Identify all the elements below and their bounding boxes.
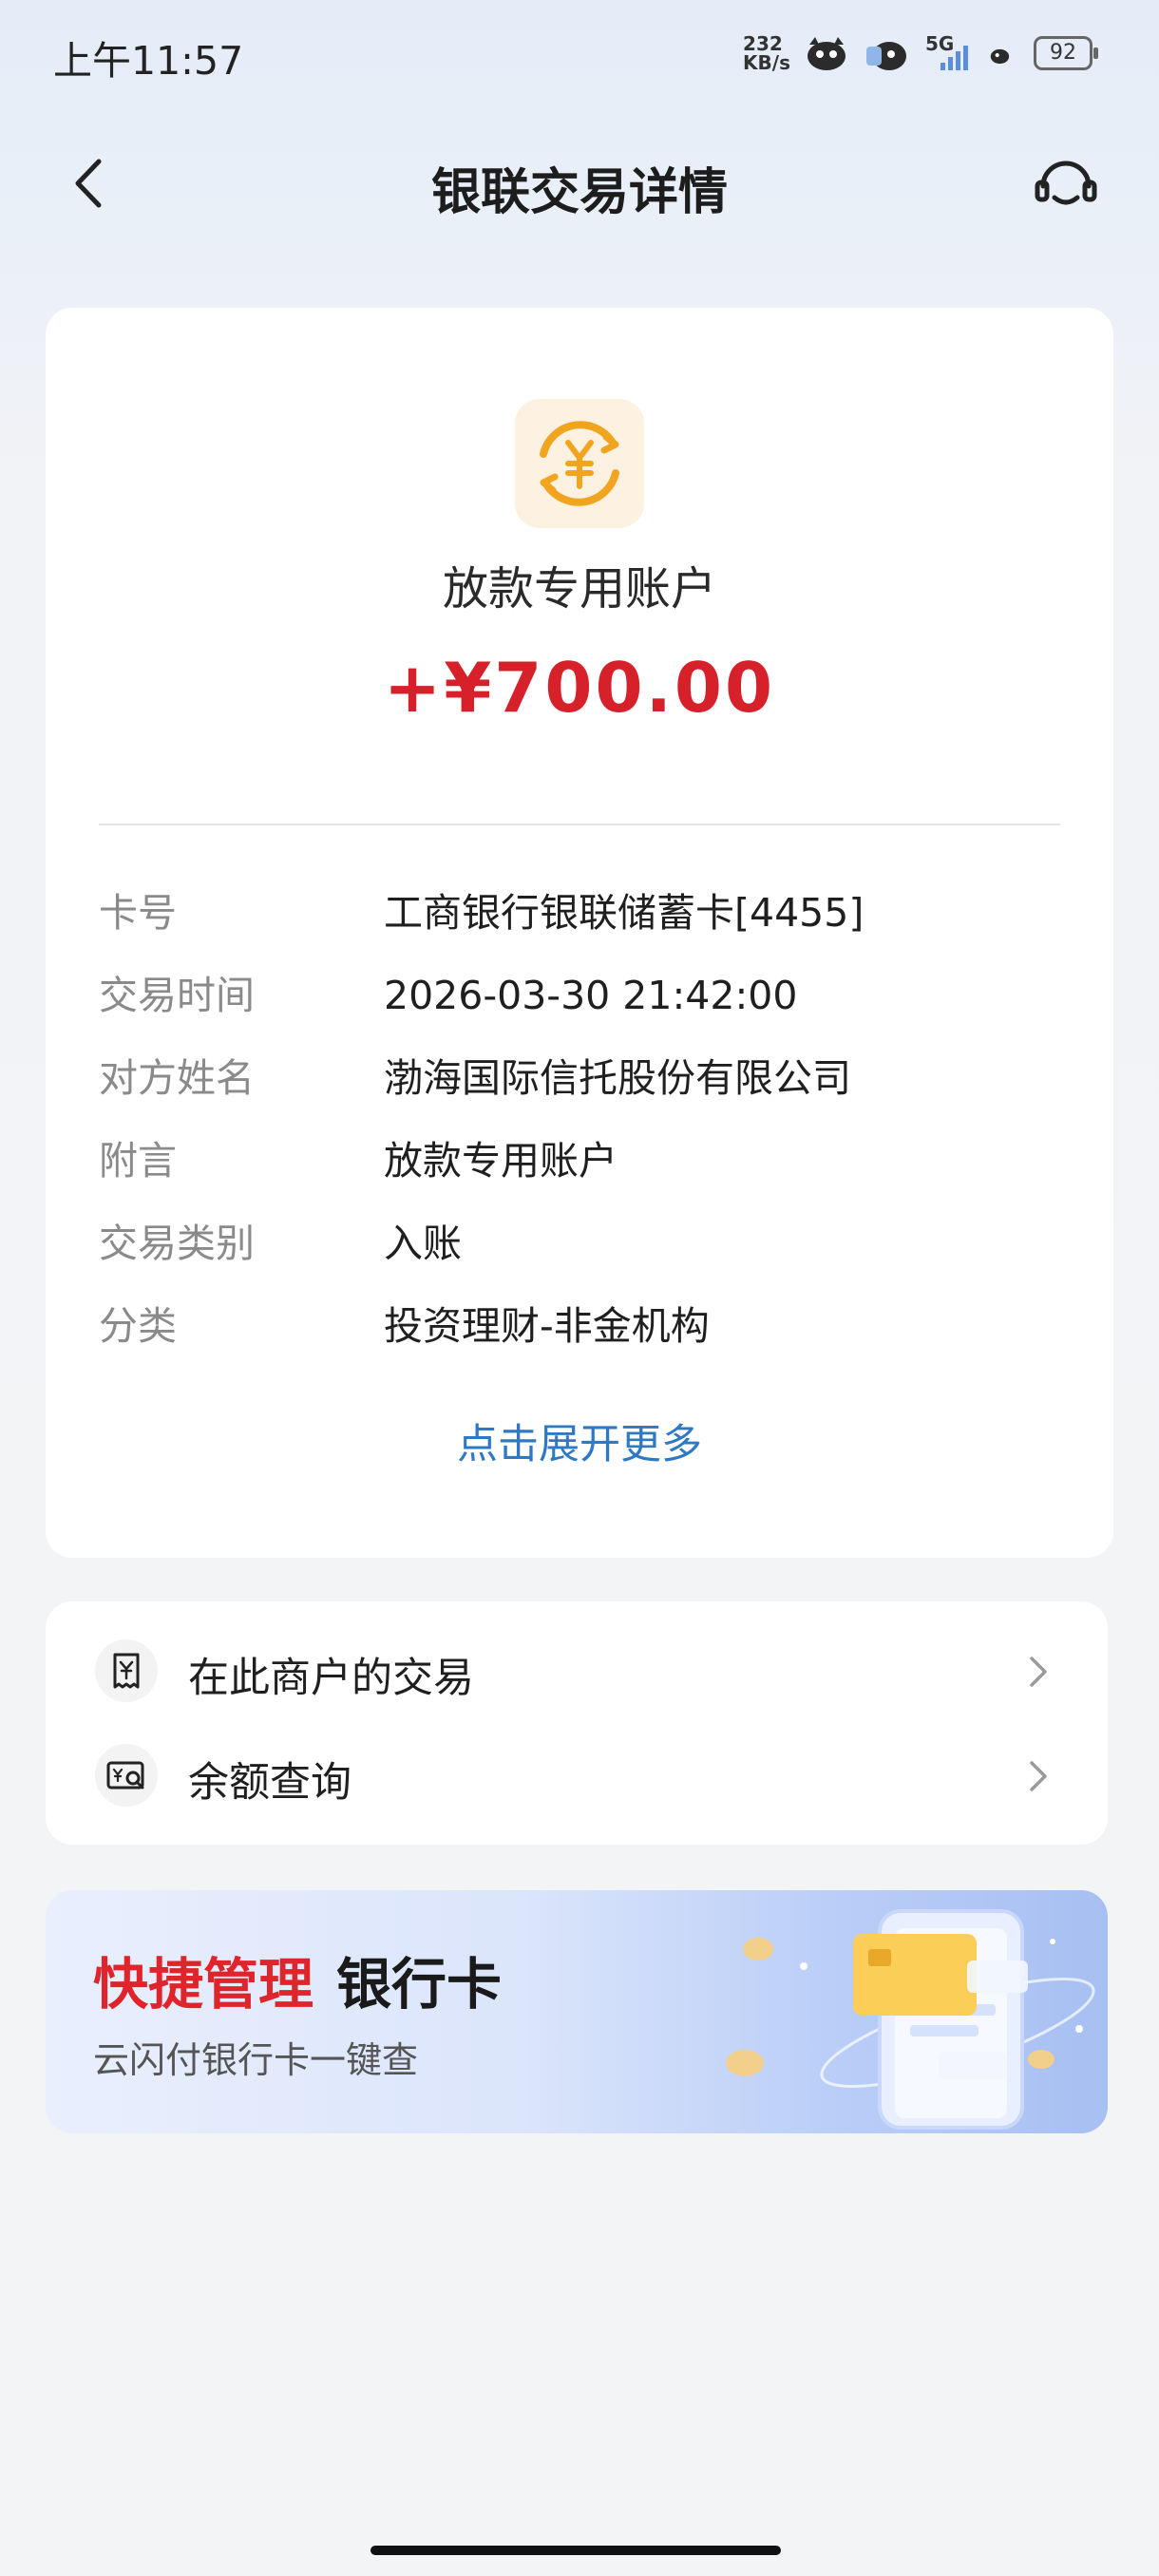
action-label: 余额查询: [188, 1759, 352, 1807]
detail-label: 分类: [99, 1303, 177, 1349]
detail-list: 卡号 工商银行银联储蓄卡[4455] 交易时间 2026-03-30 21:42…: [99, 889, 1058, 1385]
phone-card-illustration: [726, 1909, 1095, 2130]
network-speed-value: 232: [743, 32, 783, 55]
chevron-right-icon: [1030, 1657, 1047, 1687]
expand-more-link[interactable]: 点击展开更多: [46, 1411, 1113, 1470]
banner-subtitle: 云闪付银行卡一键查: [93, 2039, 419, 2081]
network-speed-unit: KB/s: [743, 51, 790, 74]
merchant-transactions-row[interactable]: 在此商户的交易: [46, 1619, 1108, 1723]
promo-banner[interactable]: 快捷管理 银行卡 云闪付银行卡一键查: [46, 1890, 1108, 2133]
receipt-icon: [95, 1639, 158, 1702]
detail-row-time: 交易时间 2026-03-30 21:42:00: [99, 972, 1058, 1054]
detail-value: 放款专用账户: [384, 1138, 618, 1184]
action-label: 在此商户的交易: [188, 1655, 474, 1702]
divider: [99, 824, 1060, 825]
balance-query-row[interactable]: 余额查询: [46, 1723, 1108, 1828]
cat-sticker-icon-2: [866, 42, 906, 70]
yuan-exchange-icon: [515, 399, 644, 528]
detail-value: 工商银行银联储蓄卡[4455]: [384, 890, 864, 936]
battery-indicator: 92: [1034, 36, 1098, 70]
customer-service-icon[interactable]: [1030, 148, 1102, 220]
detail-label: 卡号: [99, 890, 177, 936]
detail-row-counterparty: 对方姓名 渤海国际信托股份有限公司: [99, 1054, 1058, 1137]
status-bar: 上午11:57 232 KB/s 5G 92: [0, 0, 1159, 104]
navigation-bar: 银联交易详情: [0, 114, 1159, 247]
page-title: 银联交易详情: [430, 164, 728, 221]
detail-label: 交易时间: [99, 973, 255, 1018]
signal-5g-icon: 5G: [923, 32, 977, 74]
detail-value: 渤海国际信托股份有限公司: [384, 1055, 851, 1101]
detail-label: 交易类别: [99, 1221, 255, 1266]
payee-name: 放款专用账户: [442, 562, 716, 616]
actions-card: 在此商户的交易 余额查询: [46, 1601, 1108, 1845]
detail-row-category: 分类 投资理财-非金机构: [99, 1302, 1058, 1385]
detail-value: 2026-03-30 21:42:00: [384, 973, 798, 1018]
detail-label: 附言: [99, 1138, 177, 1184]
status-time: 上午11:57: [53, 38, 244, 84]
chevron-right-icon: [1030, 1761, 1047, 1791]
status-icons: 232 KB/s 5G 92: [743, 32, 1098, 74]
banner-title-rest: 银行卡: [336, 1952, 503, 2017]
cat-sticker-icon: [808, 37, 846, 70]
detail-value: 投资理财-非金机构: [384, 1303, 710, 1349]
detail-value: 入账: [384, 1221, 462, 1266]
home-indicator: [370, 2546, 781, 2555]
wifi-cat-icon: [990, 48, 1010, 65]
transaction-card: 放款专用账户 +¥700.00 卡号 工商银行银联储蓄卡[4455] 交易时间 …: [46, 308, 1113, 1558]
detail-label: 对方姓名: [99, 1055, 255, 1101]
banner-title: 快捷管理 银行卡: [93, 1940, 502, 2019]
detail-row-memo: 附言 放款专用账户: [99, 1137, 1058, 1220]
network-speed: 232 KB/s: [743, 34, 790, 72]
detail-row-type: 交易类别 入账: [99, 1220, 1058, 1302]
detail-row-card-number: 卡号 工商银行银联储蓄卡[4455]: [99, 889, 1058, 972]
transaction-amount: +¥700.00: [383, 648, 776, 728]
balance-search-icon: [95, 1744, 158, 1807]
banner-title-highlight: 快捷管理: [93, 1952, 314, 2017]
